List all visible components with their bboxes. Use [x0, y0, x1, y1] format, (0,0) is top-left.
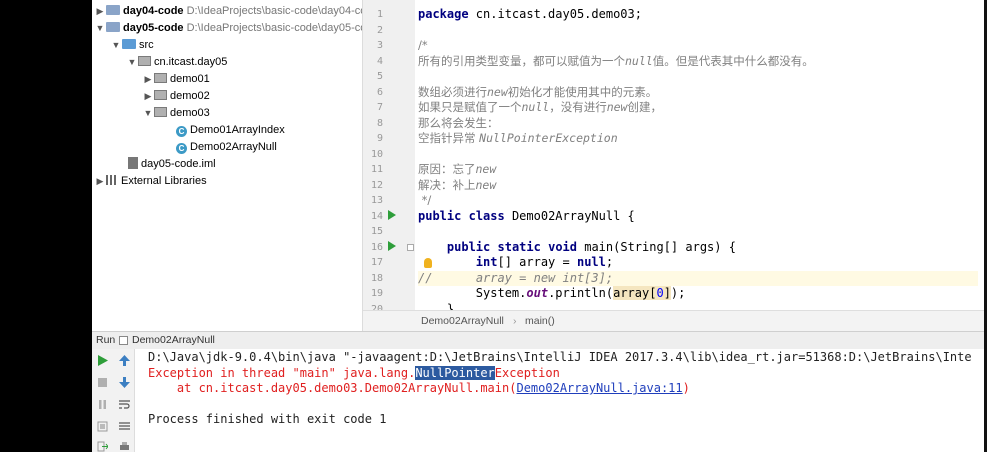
- chevron-right-icon[interactable]: ▶: [142, 71, 154, 88]
- tree-item-demo01arrayindex[interactable]: C Demo01ArrayIndex: [176, 122, 285, 139]
- code-line-17: int[] array = null;: [475, 255, 614, 269]
- line-number: 9: [376, 133, 383, 144]
- line-number: 15: [370, 226, 383, 237]
- line-number: 1: [376, 9, 383, 20]
- code-line-14: public class Demo02ArrayNull {: [418, 208, 635, 223]
- line-number: 6: [376, 86, 383, 98]
- chevron-right-icon[interactable]: ▶: [94, 3, 106, 20]
- code-line-3: /*: [418, 38, 428, 52]
- line-number: 18: [370, 272, 383, 284]
- arrow-up-icon[interactable]: [119, 355, 130, 366]
- code-line-13: */: [418, 193, 432, 207]
- line-number: 5: [376, 71, 383, 82]
- run-tab-label[interactable]: Run: [96, 332, 115, 349]
- console-exit-line: Process finished with exit code 1: [148, 412, 387, 426]
- line-number: 11: [370, 164, 383, 175]
- run-config-icon: [119, 336, 128, 345]
- tree-item-external-libraries[interactable]: ▶ External Libraries: [94, 173, 207, 190]
- arrow-down-icon[interactable]: [119, 377, 130, 388]
- code-line-8: 那么将会发生：: [418, 115, 499, 130]
- stop-icon[interactable]: [97, 377, 108, 388]
- package-icon: [138, 56, 151, 66]
- module-folder-icon: [106, 5, 120, 15]
- left-margin: [0, 0, 92, 452]
- code-line-12: 解决：补上new: [418, 177, 497, 192]
- run-config-name[interactable]: Demo02ArrayNull: [132, 332, 215, 349]
- console-exception-line: Exception in thread "main" java.lang.Nul…: [148, 365, 560, 380]
- tree-item-day04-code[interactable]: ▶ day04-code D:\IdeaProjects\basic-code\d…: [94, 3, 362, 20]
- line-number: 14: [370, 210, 383, 222]
- exit-icon[interactable]: [97, 441, 108, 452]
- run-main-icon[interactable]: [388, 241, 396, 251]
- class-icon: C: [176, 143, 187, 154]
- line-number: 19: [370, 288, 383, 299]
- run-panel: D:\Java\jdk-9.0.4\bin\java "-javaagent:D…: [92, 349, 984, 452]
- code-line-19: System.out.println(array[0]);: [475, 286, 686, 300]
- restore-layout-icon[interactable]: [97, 421, 108, 432]
- tree-item-day05-code[interactable]: ▼ day05-code D:\IdeaProjects\basic-code\d…: [94, 20, 362, 37]
- run-class-icon[interactable]: [388, 210, 396, 220]
- tree-item-iml[interactable]: day05-code.iml: [128, 156, 216, 173]
- tree-item-demo01[interactable]: ▶ demo01: [142, 71, 210, 88]
- chevron-right-icon[interactable]: ▶: [142, 88, 154, 105]
- package-icon: [154, 73, 167, 83]
- breadcrumb-class[interactable]: Demo02ArrayNull: [421, 311, 504, 331]
- chevron-right-icon[interactable]: ▶: [94, 173, 106, 190]
- line-number: 4: [376, 55, 383, 67]
- libraries-icon: [106, 175, 118, 185]
- line-number: 13: [370, 195, 383, 206]
- source-folder-icon: [122, 39, 136, 49]
- code-line-18: // array = new int[3];: [418, 270, 978, 286]
- run-toolbar: [92, 349, 135, 452]
- code-line-16: public static void main(String[] args) {: [446, 239, 736, 254]
- console-stacktrace-line: at cn.itcast.day05.demo03.Demo02ArrayNul…: [148, 381, 690, 395]
- editor-breadcrumb: Demo02ArrayNull › main(): [363, 310, 984, 331]
- chevron-down-icon[interactable]: ▼: [142, 105, 154, 122]
- console-command-line: D:\Java\jdk-9.0.4\bin\java "-javaagent:D…: [148, 350, 972, 364]
- code-line-4: 所有的引用类型变量，都可以赋值为一个null值。但是代表其中什么都没有。: [418, 53, 814, 68]
- pause-icon[interactable]: [97, 399, 108, 410]
- package-icon: [154, 90, 167, 100]
- breadcrumb-separator: ›: [513, 315, 517, 327]
- line-number: 2: [376, 24, 383, 36]
- line-number: 7: [376, 102, 383, 113]
- line-number: 8: [376, 117, 383, 129]
- code-line-1: package cn.itcast.day05.demo03;: [418, 7, 642, 21]
- tree-item-package[interactable]: ▼ cn.itcast.day05: [126, 54, 227, 71]
- code-line-6: 数组必须进行new初始化才能使用其中的元素。: [418, 84, 658, 99]
- chevron-down-icon[interactable]: ▼: [94, 20, 106, 37]
- class-icon: C: [176, 126, 187, 137]
- rerun-icon[interactable]: [97, 355, 108, 366]
- project-tool-window: ▶ day04-code D:\IdeaProjects\basic-code\d…: [92, 0, 363, 331]
- code-line-11: 原因：忘了new: [418, 162, 497, 176]
- iml-file-icon: [128, 157, 138, 169]
- tree-item-demo02[interactable]: ▶ demo02: [142, 88, 210, 105]
- line-number: 16: [370, 241, 383, 253]
- line-number: 17: [370, 257, 383, 268]
- stacktrace-link[interactable]: Demo02ArrayNull.java:11: [516, 381, 682, 395]
- line-number: 3: [376, 40, 383, 51]
- chevron-down-icon[interactable]: ▼: [110, 37, 122, 54]
- chevron-down-icon[interactable]: ▼: [126, 54, 138, 71]
- code-line-7: 如果只是赋值了一个null，没有进行new创建，: [418, 100, 662, 114]
- package-icon: [154, 107, 167, 117]
- module-folder-icon: [106, 22, 120, 32]
- line-number: 10: [370, 148, 383, 160]
- tree-item-demo02arraynull[interactable]: C Demo02ArrayNull: [176, 139, 277, 156]
- code-editor[interactable]: 1 2 3 4 5 6 7 8 9 10 11 12 13 14 15 16 1…: [363, 0, 984, 331]
- scroll-to-end-icon[interactable]: [119, 421, 130, 432]
- run-panel-header: Run Demo02ArrayNull: [92, 331, 984, 350]
- soft-wrap-icon[interactable]: [119, 399, 130, 410]
- fold-marker-icon[interactable]: [407, 244, 414, 251]
- code-line-9: 空指针异常 NullPointerException: [418, 131, 618, 145]
- tree-item-src[interactable]: ▼ src: [110, 37, 154, 54]
- line-number: 12: [370, 179, 383, 191]
- print-icon[interactable]: [119, 441, 130, 452]
- tree-item-demo03[interactable]: ▼ demo03: [142, 105, 210, 122]
- breadcrumb-method[interactable]: main(): [525, 311, 555, 331]
